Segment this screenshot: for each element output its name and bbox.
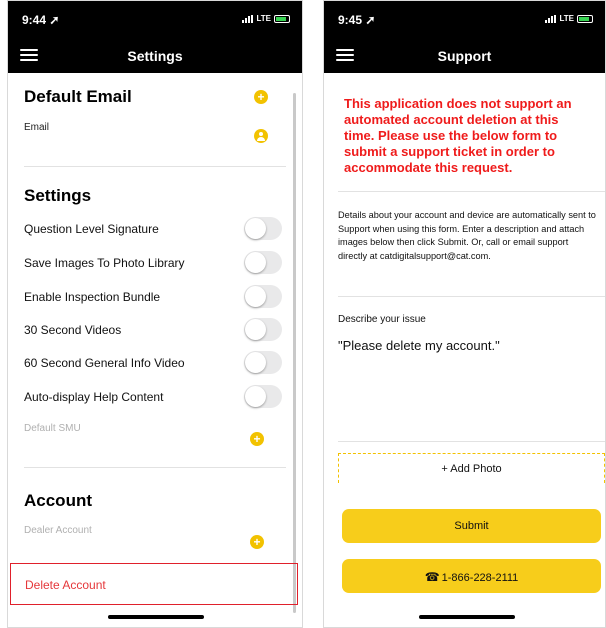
signal-icon (242, 14, 254, 23)
add-dealer-icon[interactable]: + (250, 535, 264, 549)
account-heading: Account (24, 491, 92, 510)
add-photo-button[interactable]: + Add Photo (338, 453, 605, 483)
support-screen: 9:45 ➚ LTE Support This application does… (323, 0, 606, 628)
status-bar: 9:44 ➚ LTE (8, 1, 302, 37)
default-smu-label: Default SMU (24, 423, 81, 434)
nav-bar: Settings (8, 37, 302, 73)
home-indicator[interactable] (108, 615, 204, 619)
question-level-signature-toggle[interactable] (244, 217, 282, 240)
signal-icon (545, 14, 557, 23)
phone-number-label: 1-866-228-2111 (441, 572, 519, 584)
settings-heading: Settings (24, 186, 92, 205)
setting-row-30-second-videos: 30 Second Videos (8, 313, 302, 347)
page-title: Support (437, 48, 492, 64)
setting-row-help-content: Auto-display Help Content (8, 380, 302, 414)
setting-row-inspection-bundle: Enable Inspection Bundle (8, 280, 302, 314)
setting-label: Auto-display Help Content (24, 390, 164, 404)
status-indicators: LTE (242, 14, 290, 23)
status-bar: 9:45 ➚ LTE (324, 1, 605, 37)
describe-issue-label: Describe your issue (338, 314, 426, 325)
email-label: Email (24, 122, 50, 133)
call-support-button[interactable]: ☎ 1-866-228-2111 (342, 559, 601, 593)
add-photo-label: + Add Photo (441, 463, 502, 475)
60-second-video-toggle[interactable] (244, 351, 282, 374)
divider (24, 166, 286, 167)
divider (338, 296, 605, 297)
status-time: 9:45 ➚ (338, 13, 376, 27)
setting-row-question-level-signature: Question Level Signature (8, 212, 302, 246)
setting-row-60-second-video: 60 Second General Info Video (8, 346, 302, 380)
setting-label: Save Images To Photo Library (24, 256, 185, 270)
user-icon[interactable] (254, 129, 268, 143)
default-email-heading: Default Email (24, 87, 132, 106)
30-second-videos-toggle[interactable] (244, 318, 282, 341)
divider (338, 191, 605, 192)
delete-account-label: Delete Account (25, 578, 106, 592)
divider (338, 441, 605, 442)
phone-icon: ☎ (424, 570, 440, 584)
page-title: Settings (127, 48, 183, 64)
setting-row-save-images: Save Images To Photo Library (8, 246, 302, 280)
status-indicators: LTE (545, 14, 593, 23)
save-images-toggle[interactable] (244, 251, 282, 274)
support-info-text: Details about your account and device ar… (338, 210, 596, 261)
dealer-account-label: Dealer Account (24, 525, 92, 536)
submit-label: Submit (454, 520, 489, 532)
battery-icon (577, 14, 593, 23)
nav-bar: Support (324, 37, 605, 73)
home-indicator[interactable] (419, 615, 515, 619)
status-time: 9:44 ➚ (22, 13, 60, 27)
help-content-toggle[interactable] (244, 385, 282, 408)
inspection-bundle-toggle[interactable] (244, 285, 282, 308)
submit-button[interactable]: Submit (342, 509, 601, 543)
setting-label: Question Level Signature (24, 222, 159, 236)
add-smu-icon[interactable]: + (250, 432, 264, 446)
setting-label: 30 Second Videos (24, 323, 122, 337)
settings-screen: 9:44 ➚ LTE Settings Default Email + Emai… (7, 0, 303, 628)
deletion-notice: This application does not support an aut… (344, 96, 572, 175)
network-label: LTE (559, 14, 574, 23)
add-email-icon[interactable]: + (254, 90, 268, 104)
setting-label: 60 Second General Info Video (24, 356, 185, 370)
divider (24, 467, 286, 468)
network-label: LTE (256, 14, 271, 23)
setting-label: Enable Inspection Bundle (24, 290, 161, 304)
issue-text-area[interactable]: "Please delete my account." (338, 338, 500, 353)
battery-icon (274, 14, 290, 23)
delete-account-button[interactable]: Delete Account (10, 563, 298, 605)
